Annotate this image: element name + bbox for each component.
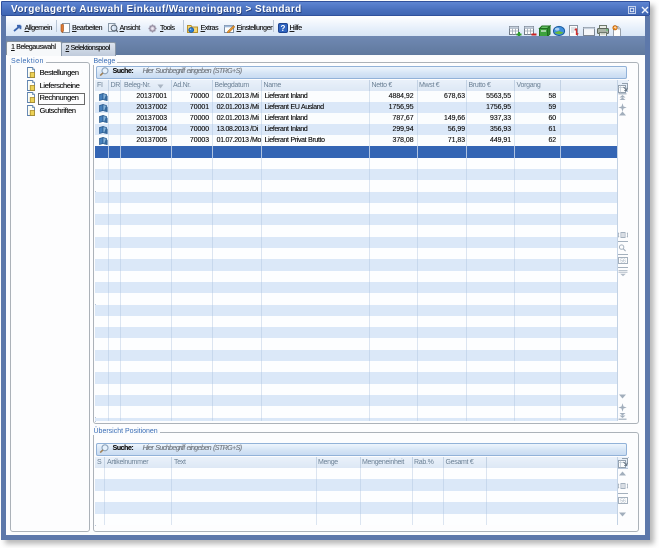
svg-text:56: 56	[620, 498, 626, 504]
svg-text:56: 56	[620, 258, 626, 264]
svg-text:?: ?	[280, 24, 285, 33]
